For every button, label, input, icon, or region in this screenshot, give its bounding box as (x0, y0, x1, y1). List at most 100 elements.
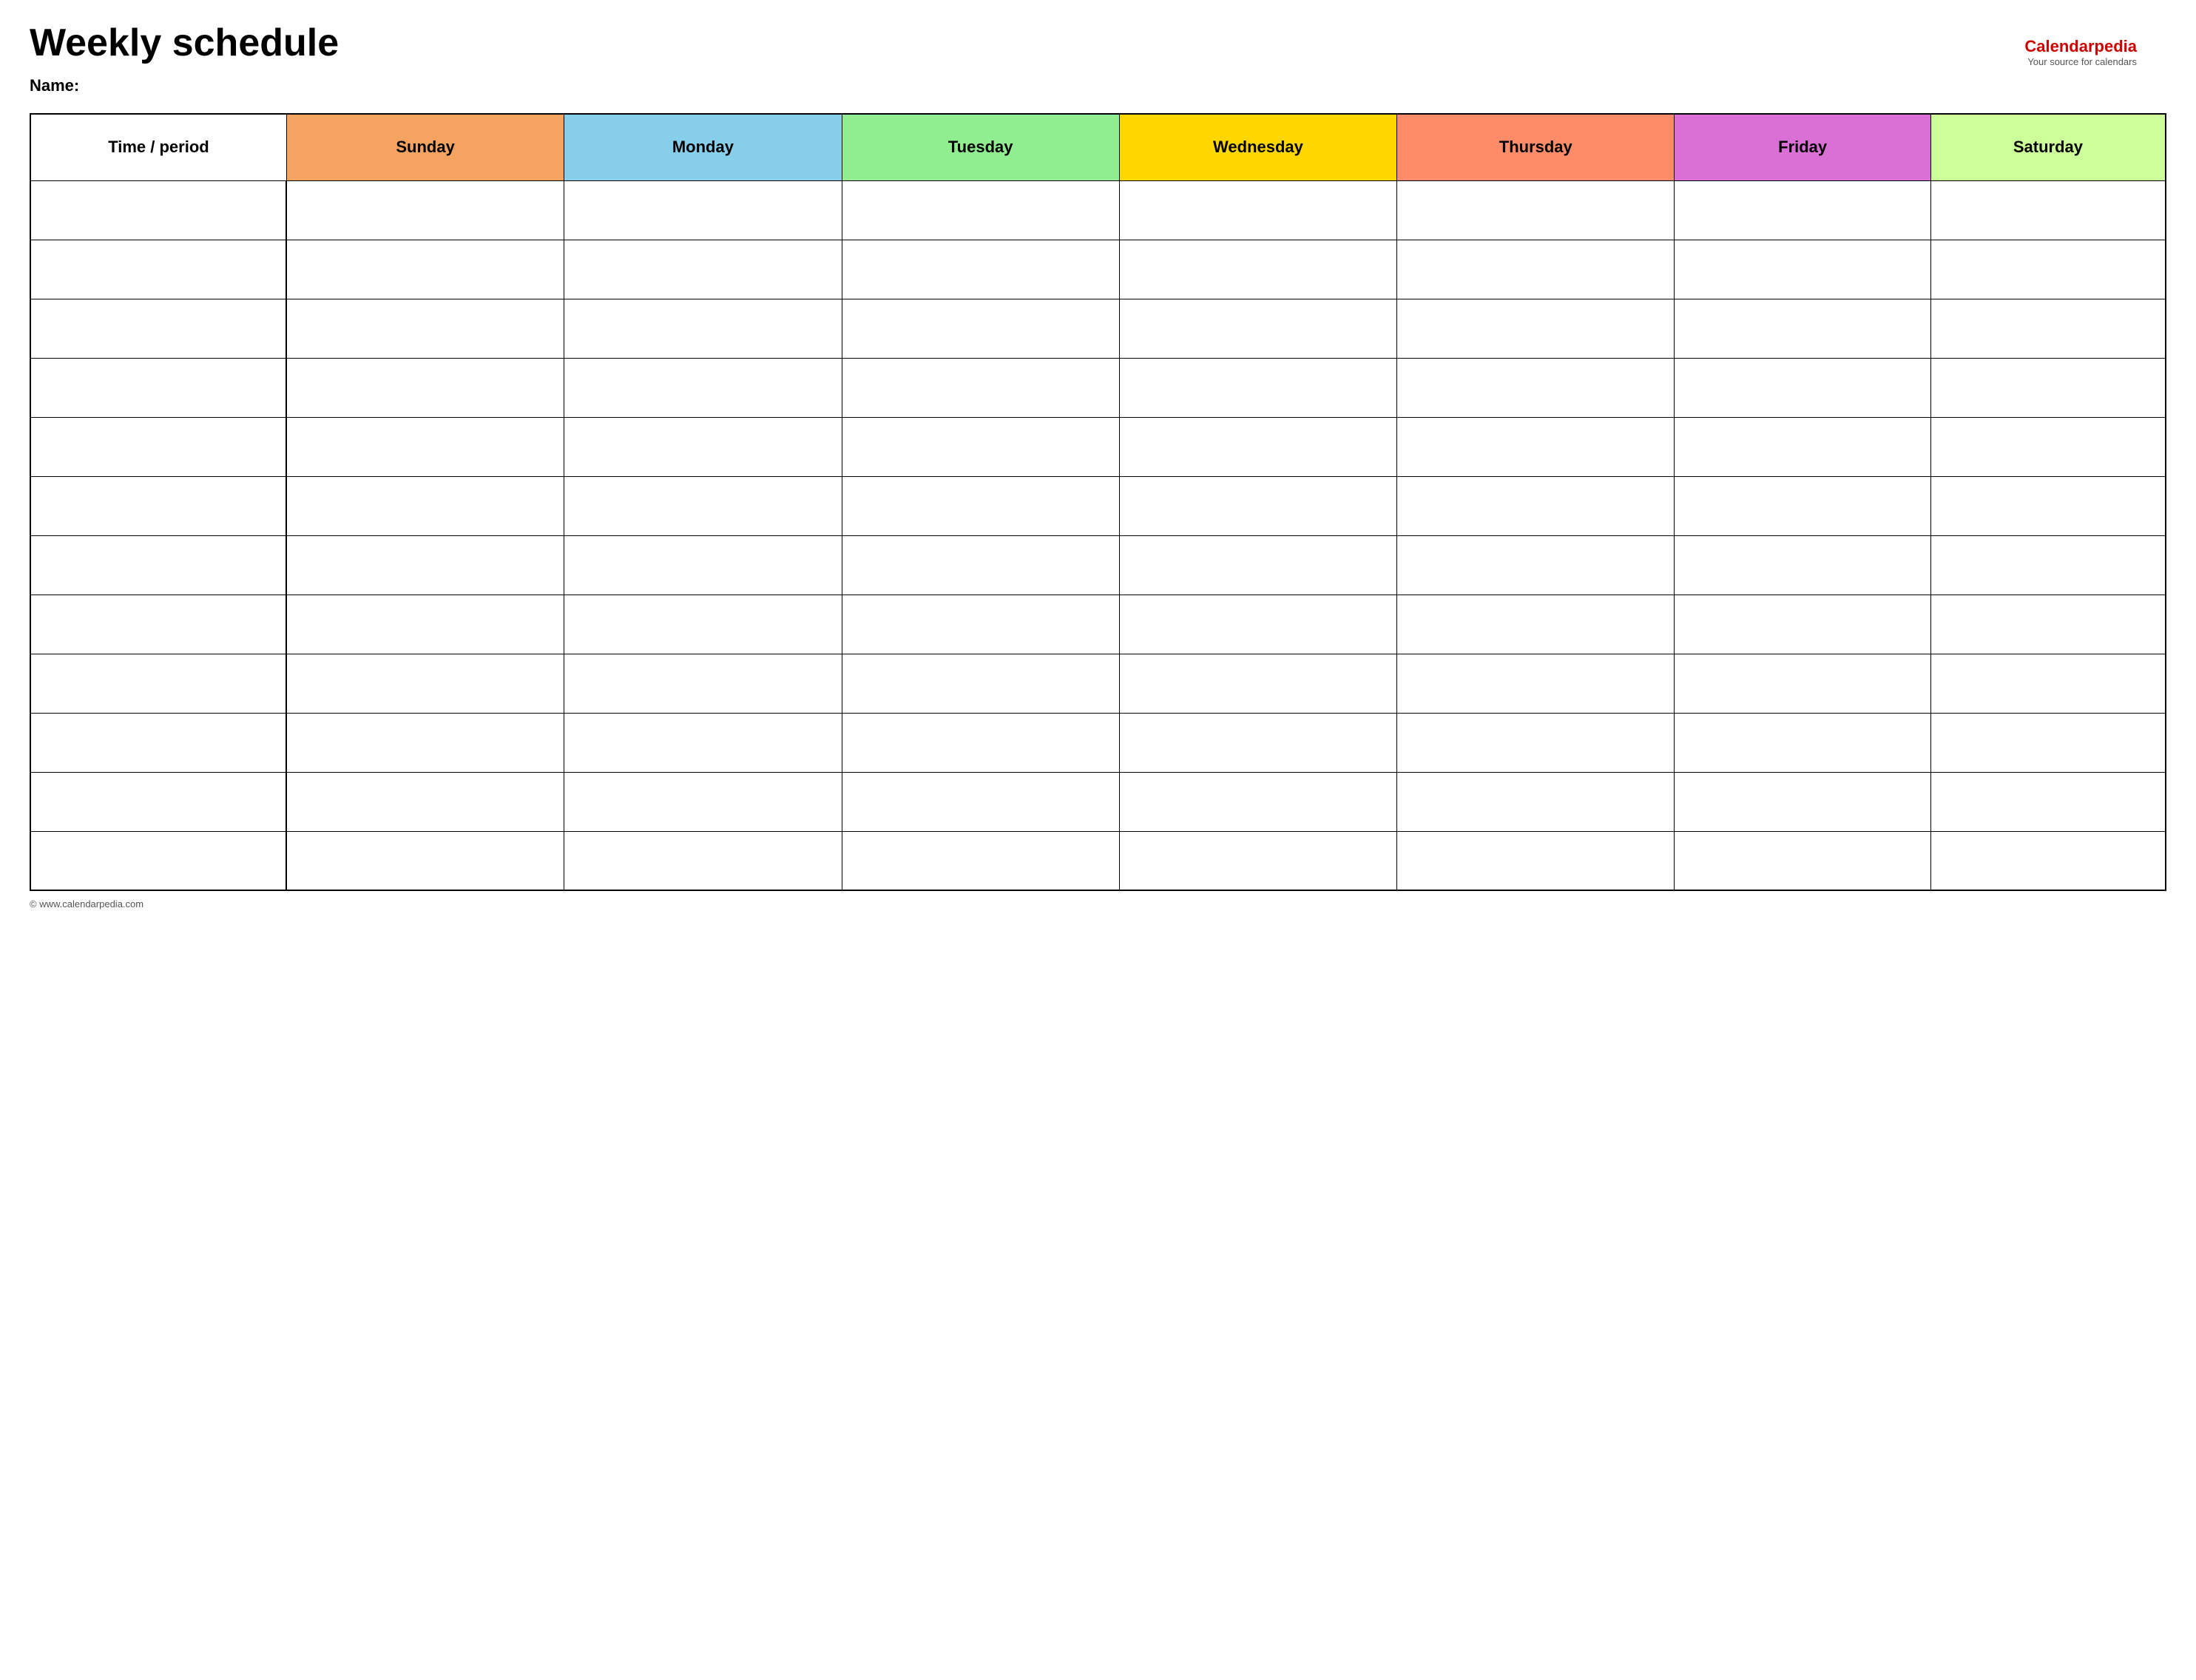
schedule-cell[interactable] (286, 713, 564, 772)
schedule-cell[interactable] (564, 772, 842, 831)
time-cell[interactable] (30, 358, 286, 417)
schedule-cell[interactable] (286, 654, 564, 713)
schedule-cell[interactable] (564, 240, 842, 299)
schedule-cell[interactable] (842, 476, 1119, 535)
schedule-cell[interactable] (1675, 772, 1930, 831)
time-cell[interactable] (30, 595, 286, 654)
schedule-cell[interactable] (1930, 535, 2166, 595)
schedule-cell[interactable] (1397, 713, 1675, 772)
schedule-cell[interactable] (564, 476, 842, 535)
table-row (30, 535, 2166, 595)
schedule-cell[interactable] (1119, 713, 1396, 772)
schedule-cell[interactable] (1119, 831, 1396, 890)
schedule-cell[interactable] (842, 240, 1119, 299)
schedule-cell[interactable] (1930, 358, 2166, 417)
schedule-cell[interactable] (842, 417, 1119, 476)
schedule-cell[interactable] (1119, 654, 1396, 713)
schedule-cell[interactable] (1930, 713, 2166, 772)
schedule-cell[interactable] (1397, 476, 1675, 535)
schedule-cell[interactable] (1675, 831, 1930, 890)
schedule-cell[interactable] (286, 240, 564, 299)
col-header-time: Time / period (30, 114, 286, 180)
schedule-cell[interactable] (842, 772, 1119, 831)
schedule-cell[interactable] (286, 772, 564, 831)
schedule-cell[interactable] (286, 595, 564, 654)
schedule-cell[interactable] (564, 535, 842, 595)
schedule-cell[interactable] (564, 299, 842, 358)
schedule-cell[interactable] (1930, 831, 2166, 890)
time-cell[interactable] (30, 417, 286, 476)
schedule-cell[interactable] (842, 180, 1119, 240)
time-cell[interactable] (30, 535, 286, 595)
schedule-cell[interactable] (564, 831, 842, 890)
schedule-cell[interactable] (1675, 240, 1930, 299)
schedule-cell[interactable] (1930, 595, 2166, 654)
schedule-cell[interactable] (1397, 595, 1675, 654)
schedule-cell[interactable] (1119, 299, 1396, 358)
schedule-cell[interactable] (1930, 654, 2166, 713)
schedule-cell[interactable] (1930, 180, 2166, 240)
schedule-cell[interactable] (286, 180, 564, 240)
footer-text: © www.calendarpedia.com (30, 898, 2166, 910)
schedule-cell[interactable] (1119, 535, 1396, 595)
schedule-cell[interactable] (1397, 240, 1675, 299)
schedule-cell[interactable] (1675, 180, 1930, 240)
schedule-cell[interactable] (564, 595, 842, 654)
schedule-cell[interactable] (286, 535, 564, 595)
schedule-cell[interactable] (1397, 535, 1675, 595)
time-cell[interactable] (30, 476, 286, 535)
schedule-cell[interactable] (286, 417, 564, 476)
time-cell[interactable] (30, 713, 286, 772)
schedule-cell[interactable] (842, 299, 1119, 358)
schedule-cell[interactable] (1119, 417, 1396, 476)
schedule-cell[interactable] (286, 831, 564, 890)
schedule-cell[interactable] (842, 535, 1119, 595)
schedule-cell[interactable] (564, 358, 842, 417)
schedule-cell[interactable] (286, 476, 564, 535)
schedule-cell[interactable] (1930, 240, 2166, 299)
schedule-cell[interactable] (1119, 772, 1396, 831)
schedule-cell[interactable] (842, 831, 1119, 890)
time-cell[interactable] (30, 654, 286, 713)
time-cell[interactable] (30, 180, 286, 240)
time-cell[interactable] (30, 299, 286, 358)
schedule-cell[interactable] (1119, 476, 1396, 535)
schedule-cell[interactable] (1675, 595, 1930, 654)
time-cell[interactable] (30, 772, 286, 831)
schedule-cell[interactable] (1397, 358, 1675, 417)
schedule-cell[interactable] (1930, 417, 2166, 476)
schedule-cell[interactable] (1675, 417, 1930, 476)
schedule-cell[interactable] (842, 713, 1119, 772)
schedule-cell[interactable] (564, 654, 842, 713)
schedule-cell[interactable] (1675, 535, 1930, 595)
schedule-cell[interactable] (1397, 831, 1675, 890)
schedule-cell[interactable] (1119, 358, 1396, 417)
schedule-cell[interactable] (1119, 595, 1396, 654)
schedule-cell[interactable] (1675, 713, 1930, 772)
schedule-cell[interactable] (564, 713, 842, 772)
schedule-cell[interactable] (1119, 240, 1396, 299)
schedule-cell[interactable] (286, 299, 564, 358)
schedule-cell[interactable] (564, 180, 842, 240)
schedule-cell[interactable] (1930, 772, 2166, 831)
weekly-schedule-table: Time / period Sunday Monday Tuesday Wedn… (30, 113, 2166, 891)
schedule-cell[interactable] (1119, 180, 1396, 240)
time-cell[interactable] (30, 831, 286, 890)
schedule-cell[interactable] (1397, 772, 1675, 831)
schedule-cell[interactable] (842, 595, 1119, 654)
schedule-cell[interactable] (1930, 476, 2166, 535)
schedule-cell[interactable] (1397, 654, 1675, 713)
schedule-cell[interactable] (1397, 417, 1675, 476)
schedule-cell[interactable] (1397, 299, 1675, 358)
schedule-cell[interactable] (1675, 654, 1930, 713)
schedule-cell[interactable] (286, 358, 564, 417)
time-cell[interactable] (30, 240, 286, 299)
schedule-cell[interactable] (1675, 299, 1930, 358)
schedule-cell[interactable] (1930, 299, 2166, 358)
schedule-cell[interactable] (1675, 476, 1930, 535)
schedule-cell[interactable] (1675, 358, 1930, 417)
schedule-cell[interactable] (842, 358, 1119, 417)
schedule-cell[interactable] (564, 417, 842, 476)
schedule-cell[interactable] (1397, 180, 1675, 240)
schedule-cell[interactable] (842, 654, 1119, 713)
